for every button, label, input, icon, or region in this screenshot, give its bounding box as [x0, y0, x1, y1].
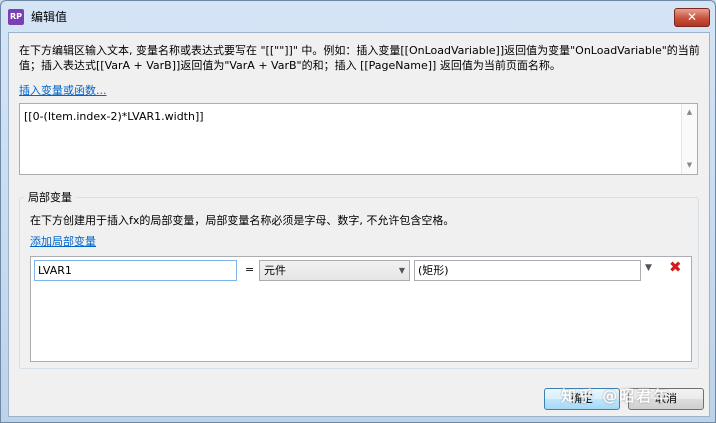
local-variables-title: 局部变量 — [24, 189, 76, 205]
target-dropdown-icon[interactable]: ▼ — [645, 263, 652, 273]
variable-type-value: 元件 — [264, 264, 286, 277]
variable-name-input[interactable]: LVAR1 — [34, 260, 237, 281]
scroll-down-icon[interactable]: ▼ — [682, 159, 697, 171]
chevron-down-icon: ▼ — [398, 266, 405, 275]
watermark: 知乎 @昭君年 — [561, 387, 671, 405]
close-button[interactable]: ✕ — [674, 8, 710, 27]
local-variables-group: 局部变量 在下方创建用于插入fx的局部变量，局部变量名称必须是字母、数字, 不允… — [19, 189, 699, 369]
local-variables-description: 在下方创建用于插入fx的局部变量，局部变量名称必须是字母、数字, 不允许包含空格… — [30, 214, 455, 227]
dialog-title: 编辑值 — [31, 10, 68, 24]
app-logo-icon: RP — [8, 9, 24, 25]
dialog-body: 在下方编辑区输入文本, 变量名称或表达式要写在 "[[""]]" 中。例如：插入… — [8, 32, 710, 417]
dialog-window: RP 编辑值 ✕ 在下方编辑区输入文本, 变量名称或表达式要写在 "[[""]]… — [0, 0, 716, 423]
insert-variable-link[interactable]: 插入变量或函数... — [19, 82, 107, 98]
scroll-up-icon[interactable]: ▲ — [682, 106, 697, 118]
expression-text[interactable]: [[0-(Item.index-2)*LVAR1.width]] — [24, 110, 204, 123]
expression-editor[interactable]: [[0-(Item.index-2)*LVAR1.width]] ▲ ▼ — [19, 103, 698, 175]
variable-type-select[interactable]: 元件 ▼ — [259, 260, 410, 281]
add-local-variable-link[interactable]: 添加局部变量 — [30, 233, 96, 249]
editor-scrollbar[interactable]: ▲ ▼ — [681, 104, 697, 174]
target-widget-field[interactable]: (矩形) — [414, 260, 641, 281]
delete-icon[interactable]: ✖ — [669, 258, 682, 276]
local-variables-list: LVAR1 = 元件 ▼ (矩形) ▼ ✖ — [30, 256, 692, 362]
instructions-text: 在下方编辑区输入文本, 变量名称或表达式要写在 "[[""]]" 中。例如：插入… — [19, 44, 700, 72]
title-bar: RP 编辑值 ✕ — [1, 1, 715, 31]
equals-sign: = — [245, 263, 255, 276]
